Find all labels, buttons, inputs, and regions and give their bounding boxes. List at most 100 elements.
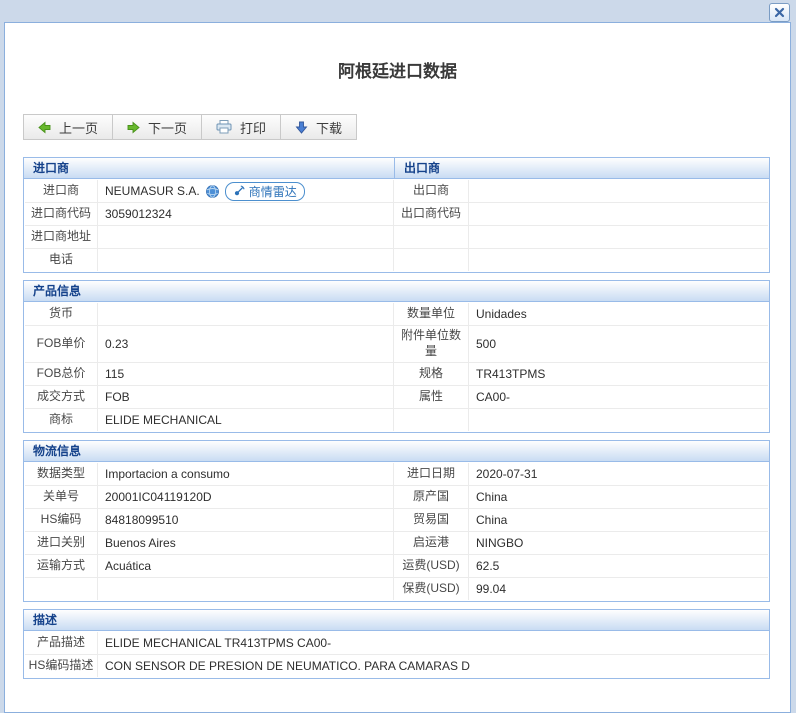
section-description: 描述 产品描述 ELIDE MECHANICAL TR413TPMS CA00-… [23,609,770,679]
section-header: 进口商 出口商 [24,158,769,179]
print-label: 打印 [240,118,266,137]
field-value [469,226,768,248]
field-label [25,578,98,600]
section-header: 描述 [24,610,769,631]
printer-icon [216,120,232,134]
field-label: 关单号 [25,486,98,508]
field-value: 99.04 [469,578,768,600]
prev-page-button[interactable]: 上一页 [23,114,113,140]
field-value: 62.5 [469,555,768,577]
field-value: Buenos Aires [98,532,394,554]
field-value: NINGBO [469,532,768,554]
field-value: CA00- [469,386,768,408]
section-header-product: 产品信息 [24,281,769,301]
field-label: 启运港 [394,532,469,554]
section-header-description: 描述 [24,610,769,630]
field-value: China [469,509,768,531]
print-button[interactable]: 打印 [201,114,281,140]
table-row: 进口商代码 3059012324 出口商代码 [25,203,768,226]
toolbar: 上一页 下一页 打印 [23,114,790,140]
field-label: 数量单位 [394,303,469,325]
field-label: 进口日期 [394,463,469,485]
field-label: 运输方式 [25,555,98,577]
field-label: 货币 [25,303,98,325]
field-label [394,226,469,248]
field-label: HS编码 [25,509,98,531]
field-value [469,249,768,271]
field-value: 500 [469,326,768,362]
table-row: 进口关别 Buenos Aires 启运港 NINGBO [25,532,768,555]
field-label [394,409,469,431]
section-header-importer: 进口商 [24,158,395,178]
field-value: Unidades [469,303,768,325]
page-title: 阿根廷进口数据 [5,61,790,83]
field-label: 附件单位数量 [394,326,469,362]
field-label: 成交方式 [25,386,98,408]
field-value: ELIDE MECHANICAL TR413TPMS CA00- [98,632,768,654]
field-label [394,249,469,271]
field-value [98,226,394,248]
field-value: 0.23 [98,326,394,362]
field-label: FOB总价 [25,363,98,385]
field-label: 保费(USD) [394,578,469,600]
field-value [98,303,394,325]
close-icon [774,7,785,18]
table-row: 成交方式 FOB 属性 CA00- [25,386,768,409]
table-row: 电话 [25,249,768,271]
prev-page-label: 上一页 [59,118,98,137]
table-row: 货币 数量单位 Unidades [25,303,768,326]
next-page-label: 下一页 [148,118,187,137]
field-value [98,249,394,271]
table-row: 关单号 20001IC04119120D 原产国 China [25,486,768,509]
import-record-dialog: 阿根廷进口数据 上一页 下一页 [4,22,791,713]
field-label: 贸易国 [394,509,469,531]
table-row: 进口商地址 [25,226,768,249]
field-label: 进口商地址 [25,226,98,248]
close-button[interactable] [769,3,790,22]
table-row: 产品描述 ELIDE MECHANICAL TR413TPMS CA00- [25,632,768,655]
field-label: 进口商代码 [25,203,98,225]
field-label: FOB单价 [25,326,98,362]
record-detail: 进口商 出口商 进口商 NEUMASUR S.A. [23,157,770,679]
download-button[interactable]: 下载 [280,114,357,140]
arrow-right-icon [127,121,140,134]
table-row: 进口商 NEUMASUR S.A. [25,180,768,203]
field-value: China [469,486,768,508]
shangqing-radar-badge[interactable]: 商情雷达 [225,182,305,201]
table-row: HS编码 84818099510 贸易国 China [25,509,768,532]
field-value: 84818099510 [98,509,394,531]
arrow-down-icon [295,121,308,134]
globe-icon[interactable] [206,185,219,198]
field-value: Acuática [98,555,394,577]
field-value [469,180,768,202]
field-value: ELIDE MECHANICAL [98,409,394,431]
field-value: 20001IC04119120D [98,486,394,508]
radar-icon [233,185,245,197]
field-label: 出口商 [394,180,469,202]
section-header: 物流信息 [24,441,769,462]
field-label: 原产国 [394,486,469,508]
table-row: 保费(USD) 99.04 [25,578,768,600]
field-value: FOB [98,386,394,408]
field-value: TR413TPMS [469,363,768,385]
field-label: 电话 [25,249,98,271]
section-product-info: 产品信息 货币 数量单位 Unidades FOB单价 0.23 附件单位数量 … [23,280,770,433]
field-label: 产品描述 [25,632,98,654]
field-value: Importacion a consumo [98,463,394,485]
section-header-logistics: 物流信息 [24,441,769,461]
table-row: 运输方式 Acuática 运费(USD) 62.5 [25,555,768,578]
field-value [469,409,768,431]
download-label: 下载 [316,118,342,137]
field-value [98,578,394,600]
next-page-button[interactable]: 下一页 [112,114,202,140]
field-value [469,203,768,225]
field-label: 出口商代码 [394,203,469,225]
field-value: 3059012324 [98,203,394,225]
field-label: 规格 [394,363,469,385]
section-header-exporter: 出口商 [395,158,769,178]
field-value: 115 [98,363,394,385]
importer-name: NEUMASUR S.A. [105,184,200,198]
section-header: 产品信息 [24,281,769,302]
section-importer-exporter: 进口商 出口商 进口商 NEUMASUR S.A. [23,157,770,273]
table-row: 数据类型 Importacion a consumo 进口日期 2020-07-… [25,463,768,486]
